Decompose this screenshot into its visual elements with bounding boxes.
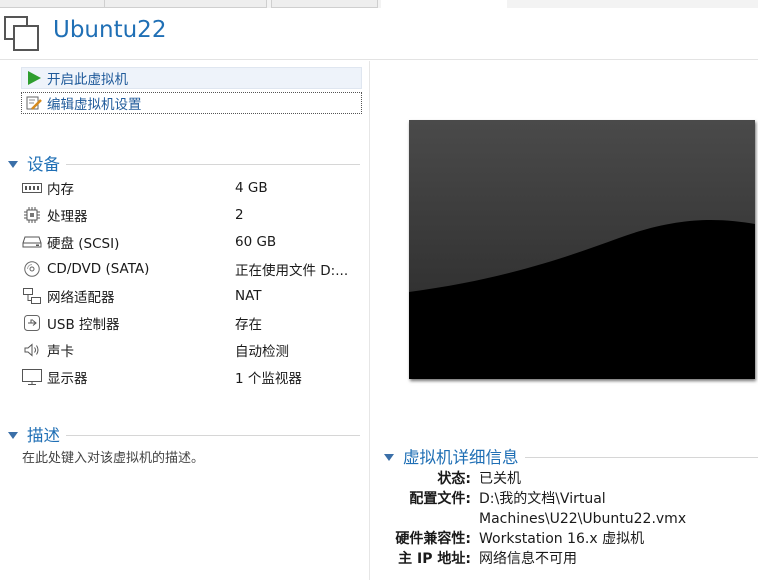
divider xyxy=(66,164,360,165)
device-name: USB 控制器 xyxy=(47,316,120,333)
tab[interactable] xyxy=(0,0,105,8)
device-row-usb[interactable]: USB 控制器 存在 xyxy=(22,309,367,336)
play-icon xyxy=(26,70,42,86)
device-name: 内存 xyxy=(47,181,74,198)
detail-key: 配置文件: xyxy=(409,491,471,507)
tab[interactable] xyxy=(271,0,378,8)
hard-disk-icon xyxy=(22,234,42,250)
detail-value: 已关机 xyxy=(479,471,521,487)
collapse-arrow-icon[interactable] xyxy=(384,453,394,461)
detail-value: D:\我的文档\Virtual Machines\U22\Ubuntu22.vm… xyxy=(479,491,687,527)
device-value: 正在使用文件 D:... xyxy=(235,262,349,279)
collapse-arrow-icon[interactable] xyxy=(8,160,18,168)
divider xyxy=(524,457,758,458)
device-list: 内存 4 GB 处理器 2 硬盘 (SCSI) 60 GB CD/DVD (SA… xyxy=(22,174,367,390)
vm-details-section-header[interactable]: 虚拟机详细信息 xyxy=(384,444,758,468)
device-name: 声卡 xyxy=(47,343,74,360)
device-value: 自动检测 xyxy=(235,343,289,360)
device-value: 60 GB xyxy=(235,233,277,250)
detail-row-config-file: 配置文件: D:\我的文档\Virtual Machines\U22\Ubunt… xyxy=(384,489,758,529)
devices-section-header[interactable]: 设备 xyxy=(8,151,360,175)
description-section-header[interactable]: 描述 xyxy=(8,422,360,446)
tab-active[interactable] xyxy=(381,0,507,8)
sound-card-icon xyxy=(22,342,42,358)
device-name: 显示器 xyxy=(47,370,88,387)
power-on-label: 开启此虚拟机 xyxy=(47,72,128,88)
cd-dvd-icon xyxy=(22,260,42,277)
device-value: 1 个监视器 xyxy=(235,370,302,387)
vm-screen-thumbnail xyxy=(409,120,755,379)
detail-key: 主 IP 地址: xyxy=(398,551,471,567)
vm-details: 状态: 已关机 配置文件: D:\我的文档\Virtual Machines\U… xyxy=(384,469,758,569)
vm-details-section-title: 虚拟机详细信息 xyxy=(403,448,519,467)
edit-settings-button[interactable]: 编辑虚拟机设置 xyxy=(21,92,362,114)
display-icon xyxy=(22,368,42,385)
detail-value: 网络信息不可用 xyxy=(479,551,577,567)
device-row-cd-dvd[interactable]: CD/DVD (SATA) 正在使用文件 D:... xyxy=(22,255,367,282)
tab[interactable] xyxy=(104,0,267,8)
detail-key: 状态: xyxy=(437,471,471,487)
device-value: 存在 xyxy=(235,316,262,333)
tab-strip xyxy=(0,0,758,8)
vm-header: Ubuntu22 xyxy=(0,8,758,60)
device-row-processor[interactable]: 处理器 2 xyxy=(22,201,367,228)
detail-value: Workstation 16.x 虚拟机 xyxy=(479,531,645,547)
device-name: 网络适配器 xyxy=(47,289,115,306)
edit-settings-label: 编辑虚拟机设置 xyxy=(47,97,142,113)
edit-settings-icon xyxy=(26,95,42,111)
network-adapter-icon xyxy=(22,287,42,304)
device-value: NAT xyxy=(235,287,262,304)
left-pane: 开启此虚拟机 编辑虚拟机设置 设备 内存 4 GB 处理器 2 硬盘 (SCSI… xyxy=(0,61,370,580)
device-value: 4 GB xyxy=(235,179,268,196)
usb-icon xyxy=(22,314,42,331)
detail-row-primary-ip: 主 IP 地址: 网络信息不可用 xyxy=(384,549,758,569)
device-name: 硬盘 (SCSI) xyxy=(47,235,120,252)
device-value: 2 xyxy=(235,206,244,223)
detail-row-state: 状态: 已关机 xyxy=(384,469,758,489)
detail-row-hardware-compatibility: 硬件兼容性: Workstation 16.x 虚拟机 xyxy=(384,529,758,549)
power-on-button[interactable]: 开启此虚拟机 xyxy=(21,67,362,89)
collapse-arrow-icon[interactable] xyxy=(8,431,18,439)
device-row-display[interactable]: 显示器 1 个监视器 xyxy=(22,363,367,390)
device-row-network-adapter[interactable]: 网络适配器 NAT xyxy=(22,282,367,309)
description-field[interactable]: 在此处键入对该虚拟机的描述。 xyxy=(22,447,204,466)
device-row-hard-disk[interactable]: 硬盘 (SCSI) 60 GB xyxy=(22,228,367,255)
memory-icon xyxy=(22,180,42,196)
vm-screen-preview[interactable] xyxy=(409,120,755,379)
device-name: 处理器 xyxy=(47,208,88,225)
vm-title: Ubuntu22 xyxy=(53,17,167,43)
divider xyxy=(66,435,360,436)
devices-section-title: 设备 xyxy=(27,155,60,174)
device-row-sound-card[interactable]: 声卡 自动检测 xyxy=(22,336,367,363)
description-section-title: 描述 xyxy=(27,426,60,445)
processor-icon xyxy=(22,206,42,223)
vm-icon xyxy=(4,16,39,51)
device-row-memory[interactable]: 内存 4 GB xyxy=(22,174,367,201)
device-name: CD/DVD (SATA) xyxy=(47,260,150,277)
detail-key: 硬件兼容性: xyxy=(395,531,471,547)
